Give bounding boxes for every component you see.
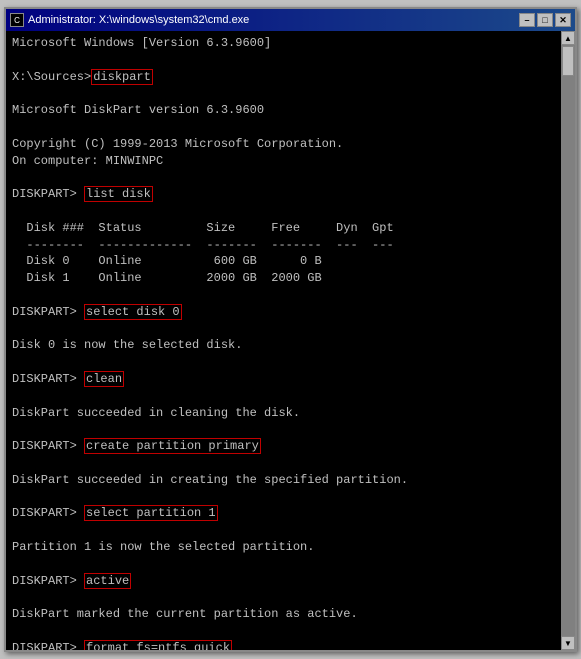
scroll-down-button[interactable]: ▼ bbox=[561, 636, 575, 650]
window-icon: C bbox=[10, 13, 24, 27]
cmd-format: format fs=ntfs quick bbox=[84, 640, 232, 650]
cmd-select-partition: select partition 1 bbox=[84, 505, 218, 521]
scroll-thumb[interactable] bbox=[562, 46, 574, 76]
cmd-list-disk: list disk bbox=[84, 186, 153, 202]
close-button[interactable]: ✕ bbox=[555, 13, 571, 27]
line-header: Disk ### Status Size Free Dyn Gpt ------… bbox=[12, 221, 394, 285]
cmd-active: active bbox=[84, 573, 131, 589]
line-version: Microsoft DiskPart version 6.3.9600 bbox=[12, 103, 264, 117]
scroll-track bbox=[561, 45, 575, 636]
window-title: Administrator: X:\windows\system32\cmd.e… bbox=[28, 14, 249, 26]
line-clean-result: DiskPart succeeded in cleaning the disk. bbox=[12, 406, 300, 420]
cmd-create-partition: create partition primary bbox=[84, 438, 261, 454]
title-bar-left: C Administrator: X:\windows\system32\cmd… bbox=[10, 13, 249, 27]
line-active-cmd: DISKPART> active bbox=[12, 573, 131, 589]
cmd-select-disk: select disk 0 bbox=[84, 304, 182, 320]
cmd-diskpart: diskpart bbox=[91, 69, 153, 85]
line-format-cmd: DISKPART> format fs=ntfs quick bbox=[12, 640, 232, 650]
line-disk-selected: Disk 0 is now the selected disk. bbox=[12, 338, 242, 352]
line-create-result: DiskPart succeeded in creating the speci… bbox=[12, 473, 408, 487]
title-buttons: – □ ✕ bbox=[519, 13, 571, 27]
line-1: Microsoft Windows [Version 6.3.9600] bbox=[12, 36, 271, 50]
title-bar: C Administrator: X:\windows\system32\cmd… bbox=[6, 9, 575, 31]
terminal-content: Microsoft Windows [Version 6.3.9600] X:\… bbox=[12, 35, 569, 650]
terminal-body: Microsoft Windows [Version 6.3.9600] X:\… bbox=[6, 31, 575, 650]
minimize-button[interactable]: – bbox=[519, 13, 535, 27]
line-prompt-1: X:\Sources>diskpart bbox=[12, 69, 153, 85]
line-part-selected: Partition 1 is now the selected partitio… bbox=[12, 540, 314, 554]
line-copyright: Copyright (C) 1999-2013 Microsoft Corpor… bbox=[12, 137, 343, 168]
maximize-button[interactable]: □ bbox=[537, 13, 553, 27]
line-active-result: DiskPart marked the current partition as… bbox=[12, 607, 358, 621]
cmd-window: C Administrator: X:\windows\system32\cmd… bbox=[4, 7, 577, 652]
line-select-part: DISKPART> select partition 1 bbox=[12, 505, 218, 521]
line-clean-cmd: DISKPART> clean bbox=[12, 371, 124, 387]
line-create-cmd: DISKPART> create partition primary bbox=[12, 438, 261, 454]
line-select-disk: DISKPART> select disk 0 bbox=[12, 304, 182, 320]
cmd-clean: clean bbox=[84, 371, 124, 387]
scroll-up-button[interactable]: ▲ bbox=[561, 31, 575, 45]
scrollbar[interactable]: ▲ ▼ bbox=[561, 31, 575, 650]
line-listdisk: DISKPART> list disk bbox=[12, 186, 153, 202]
